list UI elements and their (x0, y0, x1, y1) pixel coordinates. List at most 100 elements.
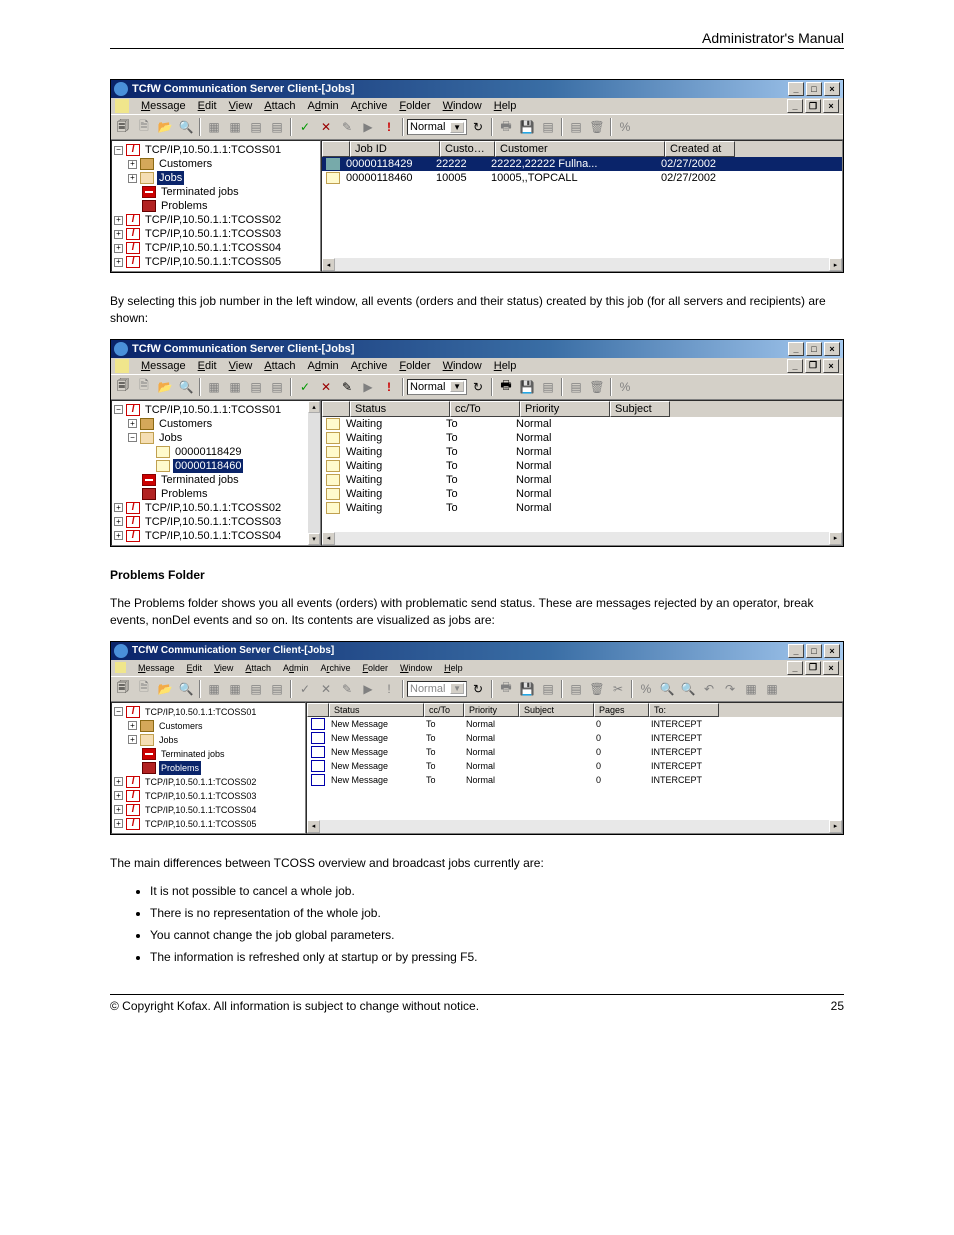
play-icon[interactable]: ▶ (358, 679, 378, 699)
tool-4-icon[interactable]: ▤ (267, 117, 287, 137)
chevron-down-icon[interactable]: ▼ (450, 122, 464, 133)
tool-1-icon[interactable]: ▦ (204, 377, 224, 397)
grid-icon[interactable]: ▦ (741, 679, 761, 699)
minimize-button[interactable]: _ (788, 342, 804, 356)
col-header[interactable]: cc/To (450, 401, 520, 417)
titlebar[interactable]: TCfW Communication Server Client-[Jobs] … (111, 80, 843, 98)
tree-customers[interactable]: +Customers (114, 417, 318, 431)
copy-icon[interactable]: 🗐 (113, 117, 133, 137)
table-row[interactable]: 000001184292222222222,22222 Fullna...02/… (322, 157, 842, 171)
tool-4-icon[interactable]: ▤ (267, 377, 287, 397)
tree-terminated[interactable]: Terminated jobs (114, 185, 318, 199)
scroll-left-icon[interactable]: ◂ (322, 258, 335, 271)
list-pane[interactable]: Job IDCustom...CustomerCreated at 000001… (321, 140, 843, 272)
undo-icon[interactable]: ↶ (699, 679, 719, 699)
tree-server-3[interactable]: +lTCP/IP,10.50.1.1:TCOSS03 (114, 515, 318, 529)
new-icon[interactable]: 🗎 (134, 377, 154, 397)
tree-problems[interactable]: Problems (114, 487, 318, 501)
tool-3-icon[interactable]: ▤ (246, 377, 266, 397)
open-icon[interactable]: 📂 (155, 117, 175, 137)
tree-problems[interactable]: Problems (114, 199, 318, 213)
tool-3-icon[interactable]: ▤ (246, 117, 266, 137)
menu-message[interactable]: Message (132, 662, 181, 674)
edit-icon[interactable]: ✎ (337, 377, 357, 397)
tree-terminated[interactable]: Terminated jobs (114, 747, 303, 761)
find-icon[interactable]: 🔍 (176, 679, 196, 699)
copy-icon[interactable]: 🗐 (113, 679, 133, 699)
tree-server[interactable]: +lTCP/IP,10.50.1.1:TCOSS04 (114, 803, 303, 817)
chevron-down-icon[interactable]: ▼ (450, 381, 464, 392)
table-row[interactable]: WaitingToNormal (322, 459, 842, 473)
col-header[interactable]: Subject (519, 703, 594, 717)
refresh-icon[interactable]: ↻ (468, 679, 488, 699)
cancel-icon[interactable]: ✕ (316, 679, 336, 699)
print-icon[interactable]: 🖶 (496, 117, 516, 137)
menu-message[interactable]: Message (135, 359, 192, 373)
table-row[interactable]: New MessageToNormal0INTERCEPT (307, 731, 842, 745)
del-icon[interactable]: 🗑 (587, 679, 607, 699)
col-header[interactable]: To: (649, 703, 719, 717)
props-icon[interactable]: ▤ (538, 117, 558, 137)
tool-2-icon[interactable]: ▦ (225, 679, 245, 699)
priority-combo[interactable]: Normal▼ (407, 379, 467, 395)
menu-folder[interactable]: Folder (357, 662, 395, 674)
play-icon[interactable]: ▶ (358, 117, 378, 137)
table-row[interactable]: WaitingToNormal (322, 487, 842, 501)
scroll-left-icon[interactable]: ◂ (322, 532, 335, 545)
menu-admin[interactable]: Admin (301, 359, 344, 373)
copy-icon[interactable]: 🗐 (113, 377, 133, 397)
scroll-up-icon[interactable]: ▴ (308, 401, 320, 413)
cancel-icon[interactable]: ✕ (316, 117, 336, 137)
vscrollbar[interactable]: ▴ ▾ (308, 401, 320, 545)
find-icon[interactable]: 🔍 (176, 377, 196, 397)
props-icon[interactable]: ▤ (538, 377, 558, 397)
edit-icon[interactable]: ✎ (337, 117, 357, 137)
tree-job-1[interactable]: 00000118429 (114, 445, 318, 459)
tree-customers[interactable]: +Customers (114, 719, 303, 733)
tool-2-icon[interactable]: ▦ (225, 377, 245, 397)
col-header[interactable]: Custom... (440, 141, 495, 157)
save-icon[interactable]: 💾 (517, 377, 537, 397)
list-pane[interactable]: Statuscc/ToPrioritySubjectPagesTo: New M… (306, 702, 843, 834)
hscrollbar[interactable]: ◂ ▸ (322, 258, 842, 271)
menu-window[interactable]: Window (437, 359, 488, 373)
menu-window[interactable]: Window (394, 662, 438, 674)
tree-jobs[interactable]: +Jobs (114, 733, 303, 747)
menu-attach[interactable]: Attach (258, 359, 301, 373)
del-icon[interactable]: 🗑 (587, 117, 607, 137)
menu-folder[interactable]: Folder (393, 359, 436, 373)
table-row[interactable]: WaitingToNormal (322, 431, 842, 445)
hscrollbar[interactable]: ◂ ▸ (307, 820, 842, 833)
tree-server-4[interactable]: +lTCP/IP,10.50.1.1:TCOSS04 (114, 529, 318, 543)
tool-3-icon[interactable]: ▤ (246, 679, 266, 699)
menu-archive[interactable]: Archive (345, 99, 394, 113)
col-header[interactable]: Created at (665, 141, 735, 157)
maximize-button[interactable]: □ (806, 644, 822, 658)
menu-edit[interactable]: Edit (192, 99, 223, 113)
tool-2-icon[interactable]: ▦ (225, 117, 245, 137)
tree-problems[interactable]: Problems (114, 761, 303, 775)
zoom-icon[interactable]: % (636, 679, 656, 699)
close-button[interactable]: × (824, 82, 840, 96)
cut-icon[interactable]: ✂ (608, 679, 628, 699)
scroll-right-icon[interactable]: ▸ (829, 258, 842, 271)
menu-archive[interactable]: Archive (315, 662, 357, 674)
redo-icon[interactable]: ↷ (720, 679, 740, 699)
print-icon[interactable]: 🖶 (496, 679, 516, 699)
edit-icon[interactable]: ✎ (337, 679, 357, 699)
hscrollbar[interactable]: ◂ ▸ (322, 532, 842, 545)
maximize-button[interactable]: □ (806, 342, 822, 356)
menu-attach[interactable]: Attach (239, 662, 277, 674)
col-header[interactable]: Pages (594, 703, 649, 717)
menu-view[interactable]: View (208, 662, 239, 674)
tree-server[interactable]: +lTCP/IP,10.50.1.1:TCOSS03 (114, 789, 303, 803)
menu-view[interactable]: View (223, 359, 259, 373)
close-button[interactable]: × (824, 644, 840, 658)
tree-server[interactable]: +lTCP/IP,10.50.1.1:TCOSS02 (114, 775, 303, 789)
col-header[interactable]: Status (329, 703, 424, 717)
mdi-restore-button[interactable]: ❐ (805, 99, 821, 113)
col-header[interactable]: cc/To (424, 703, 464, 717)
del-icon[interactable]: 🗑 (587, 377, 607, 397)
alert-icon[interactable]: ! (379, 117, 399, 137)
table-row[interactable]: 000001184601000510005,,TOPCALL02/27/2002 (322, 171, 842, 185)
